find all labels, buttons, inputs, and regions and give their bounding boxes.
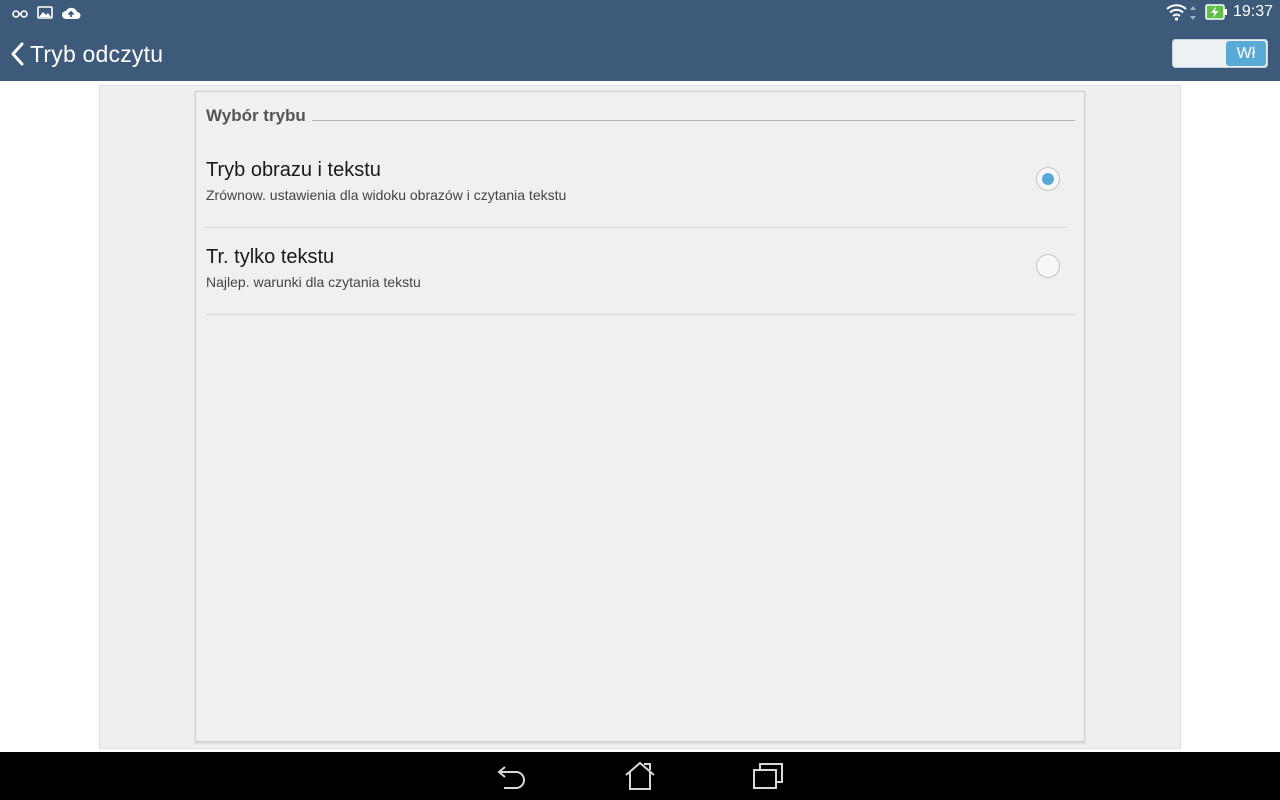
home-icon xyxy=(624,761,656,791)
radio-button-selected[interactable] xyxy=(1036,167,1060,191)
settings-card: Wybór trybu Tryb obrazu i tekstu Zrównow… xyxy=(195,91,1085,742)
glasses-icon xyxy=(12,6,28,24)
nav-back-button[interactable] xyxy=(496,761,528,791)
clock-time: 19:37 xyxy=(1232,3,1273,20)
navigation-bar xyxy=(0,752,1280,800)
action-bar: Tryb odczytu Wł xyxy=(0,26,1280,81)
data-arrows-icon xyxy=(1190,6,1196,25)
image-icon xyxy=(37,6,53,24)
status-bar: 19:37 xyxy=(0,0,1280,26)
option-image-and-text-mode[interactable]: Tryb obrazu i tekstu Zrównow. ustawienia… xyxy=(206,142,1066,228)
option-text-only-mode[interactable]: Tr. tylko tekstu Najlep. warunki dla czy… xyxy=(206,229,1076,315)
section-header: Wybór trybu xyxy=(206,106,1075,128)
option-title: Tryb obrazu i tekstu xyxy=(206,159,381,181)
section-divider xyxy=(206,120,1075,121)
section-title: Wybór trybu xyxy=(206,106,312,126)
cloud-upload-icon xyxy=(61,5,81,25)
option-title: Tr. tylko tekstu xyxy=(206,246,335,268)
radio-dot xyxy=(1042,173,1054,185)
nav-recent-apps-button[interactable] xyxy=(752,761,784,791)
option-subtitle: Najlep. warunki dla czytania tekstu xyxy=(206,274,421,290)
option-divider xyxy=(206,314,1076,315)
nav-home-button[interactable] xyxy=(624,761,656,791)
option-subtitle: Zrównow. ustawienia dla widoku obrazów i… xyxy=(206,187,567,203)
battery-charging-icon xyxy=(1205,4,1228,25)
wifi-icon xyxy=(1166,3,1187,26)
toggle-label: Wł xyxy=(1226,41,1266,66)
recent-apps-icon xyxy=(752,761,784,791)
radio-button[interactable] xyxy=(1036,254,1060,278)
reading-mode-toggle[interactable]: Wł xyxy=(1172,39,1268,68)
back-button[interactable]: Tryb odczytu xyxy=(10,39,163,69)
page-title: Tryb odczytu xyxy=(30,40,164,67)
back-icon xyxy=(496,761,528,791)
option-divider xyxy=(206,227,1066,228)
chevron-left-icon xyxy=(10,42,24,66)
